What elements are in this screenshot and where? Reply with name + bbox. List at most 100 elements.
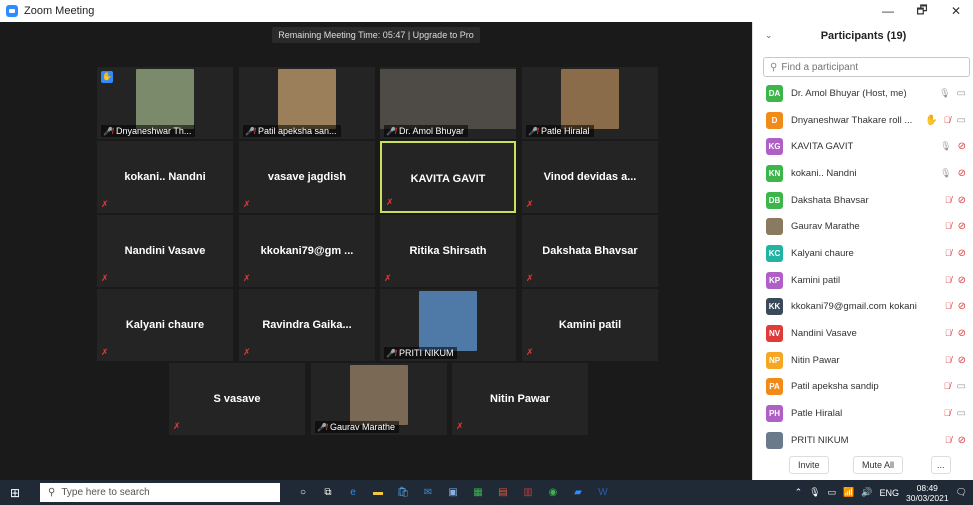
zoom-icon[interactable]: ▰ [568, 483, 588, 502]
participant-status-icons: 🎙̸ ⊘ [945, 248, 966, 259]
participant-video [136, 69, 194, 129]
tile-name-label: 🎤̸ Patle Hiralal [526, 125, 594, 137]
participant-video [350, 365, 408, 425]
volume-icon[interactable]: 🔊 [861, 487, 872, 498]
search-icon: ⚲ [48, 487, 56, 498]
chevron-up-icon[interactable]: ⌃ [795, 487, 803, 498]
restore-button[interactable]: 🗗 [905, 0, 939, 22]
participant-row[interactable]: KC Kalyani chaure 🎙̸ ⊘ [753, 240, 973, 267]
participant-row[interactable]: KG KAVITA GAVIT 🎙 ⊘ [753, 133, 973, 160]
video-tile[interactable]: Nitin Pawar ✗ [452, 363, 588, 435]
mic-muted-icon: 🎙̸ [943, 114, 951, 125]
tile-name-label: 🎤̸ PRITI NIKUM [384, 347, 458, 359]
search-icon: ⚲ [770, 61, 778, 73]
edge-icon[interactable]: e [343, 483, 363, 502]
mic-muted-icon: 🎙̸ [944, 274, 952, 285]
tile-name-label: 🎤̸ Dr. Amol Bhuyar [384, 125, 468, 137]
participants-header: ⌄ Participants (19) [753, 22, 973, 50]
participant-row[interactable]: NP Nitin Pawar 🎙̸ ⊘ [753, 347, 973, 374]
video-tile[interactable]: Vinod devidas a... ✗ [522, 141, 658, 213]
cortana-icon[interactable]: ○ [293, 483, 313, 502]
microphone-icon[interactable]: 🎙 [809, 487, 820, 498]
video-tile[interactable]: 🎤̸ Dnyaneshwar Th... ✋ [97, 67, 233, 139]
participant-row[interactable]: PRITI NIKUM 🎙̸ ⊘ [753, 427, 973, 454]
participant-row[interactable]: KP Kamini patil 🎙̸ ⊘ [753, 267, 973, 294]
participant-row[interactable]: DB Dakshata Bhavsar 🎙̸ ⊘ [753, 187, 973, 214]
mic-muted-icon: ✗ [101, 199, 109, 209]
video-tile[interactable]: S vasave ✗ [169, 363, 305, 435]
avatar: PH [766, 405, 783, 423]
participant-row[interactable]: D Dnyaneshwar Thakare roll ... ✋ 🎙̸ ▭ [753, 107, 973, 134]
video-off-icon: ⊘ [957, 141, 966, 153]
participant-search[interactable]: ⚲ [763, 57, 970, 77]
participant-row[interactable]: KK kkokani79@gmail.com kokani 🎙̸ ⊘ [753, 294, 973, 321]
task-view-icon[interactable]: ⧉ [318, 483, 338, 502]
mail-icon[interactable]: ✉ [418, 483, 438, 502]
video-tile[interactable]: 🎤̸ Patle Hiralal [522, 67, 658, 139]
video-tile[interactable]: Dakshata Bhavsar ✗ [522, 215, 658, 287]
word-icon[interactable]: W [593, 483, 613, 502]
battery-icon[interactable]: ▭ [828, 487, 837, 498]
excel-icon[interactable]: ▦ [468, 483, 488, 502]
mic-muted-icon: 🎤̸ [103, 126, 113, 136]
video-tile[interactable]: KAVITA GAVIT ✗ [380, 141, 516, 213]
participant-status-icons: 🎙̸ ⊘ [945, 328, 966, 339]
participant-video [380, 69, 516, 129]
clock[interactable]: 08:49 30/03/2021 [906, 483, 949, 503]
video-tile[interactable]: Ravindra Gaika... ✗ [239, 289, 375, 361]
chrome-icon[interactable]: ◉ [543, 483, 563, 502]
participant-status-icons: 🎙̸ ⊘ [945, 435, 966, 446]
participant-row[interactable]: Gaurav Marathe 🎙̸ ⊘ [753, 213, 973, 240]
file-explorer-icon[interactable]: ▬ [368, 483, 388, 502]
participant-name: kkokani79@gmail.com kokani [791, 301, 917, 313]
avatar: D [766, 111, 783, 129]
video-off-icon: ⊘ [957, 328, 966, 340]
video-tile[interactable]: Ritika Shirsath ✗ [380, 215, 516, 287]
participant-search-input[interactable] [781, 61, 952, 73]
video-tile[interactable]: kkokani79@gm ... ✗ [239, 215, 375, 287]
network-icon[interactable]: 📶 [843, 487, 854, 498]
window-title: Zoom Meeting [24, 5, 95, 17]
remaining-meeting-time[interactable]: Remaining Meeting Time: 05:47 | Upgrade … [272, 27, 480, 43]
video-tile[interactable]: 🎤̸ Patil apeksha san... [239, 67, 375, 139]
participant-status-icons: 🎙̸ ⊘ [945, 221, 966, 232]
system-tray: ⌃ 🎙 ▭ 📶 🔊 ENG 08:49 30/03/2021 🗨 [795, 480, 973, 505]
video-tile[interactable]: 🎤̸ Dr. Amol Bhuyar [380, 67, 516, 139]
avatar: PA [766, 378, 783, 396]
video-tile[interactable]: Nandini Vasave ✗ [97, 215, 233, 287]
mic-muted-icon: 🎙̸ [944, 328, 952, 339]
participant-row[interactable]: PA Patil apeksha sandip 🎙̸ ▭ [753, 374, 973, 401]
video-tile[interactable]: Kalyani chaure ✗ [97, 289, 233, 361]
clock-date: 30/03/2021 [906, 492, 949, 503]
participant-video [419, 291, 477, 351]
tile-name: kokani.. Nandni [124, 171, 206, 183]
participant-row[interactable]: NV Nandini Vasave 🎙̸ ⊘ [753, 320, 973, 347]
mic-muted-icon: 🎙̸ [943, 408, 951, 419]
participant-name: PRITI NIKUM [791, 434, 849, 446]
participant-row[interactable]: KN kokani.. Nandni 🎙 ⊘ [753, 160, 973, 187]
store-icon[interactable]: 🛍 [393, 483, 413, 502]
participant-row[interactable]: DA Dr. Amol Bhuyar (Host, me) 🎙 ▭ [753, 80, 973, 107]
more-button[interactable]: ... [931, 456, 951, 474]
video-tile[interactable]: 🎤̸ PRITI NIKUM [380, 289, 516, 361]
invite-button[interactable]: Invite [789, 456, 829, 474]
video-tile[interactable]: vasave jagdish ✗ [239, 141, 375, 213]
participant-name: Kamini patil [791, 274, 841, 286]
mute-all-button[interactable]: Mute All [853, 456, 904, 474]
participant-row[interactable]: PH Patle Hiralal 🎙̸ ▭ [753, 400, 973, 427]
app-icon[interactable]: ▣ [443, 483, 463, 502]
video-tile[interactable]: kokani.. Nandni ✗ [97, 141, 233, 213]
minimize-button[interactable]: — [871, 0, 905, 22]
participant-status-icons: 🎙̸ ⊘ [945, 355, 966, 366]
powerpoint-icon[interactable]: ▤ [493, 483, 513, 502]
windows-start-icon[interactable]: ⊞ [0, 480, 30, 505]
video-tile[interactable]: Kamini patil ✗ [522, 289, 658, 361]
notification-icon[interactable]: 🗨 [956, 487, 967, 498]
close-button[interactable]: ✕ [939, 0, 973, 22]
video-tile[interactable]: 🎤̸ Gaurav Marathe [311, 363, 447, 435]
window-controls: — 🗗 ✕ [871, 0, 973, 22]
mic-muted-icon: 🎤̸ [528, 126, 538, 136]
acrobat-icon[interactable]: ▥ [518, 483, 538, 502]
taskbar-search[interactable]: ⚲ Type here to search [40, 483, 280, 502]
language-indicator[interactable]: ENG [880, 488, 900, 498]
